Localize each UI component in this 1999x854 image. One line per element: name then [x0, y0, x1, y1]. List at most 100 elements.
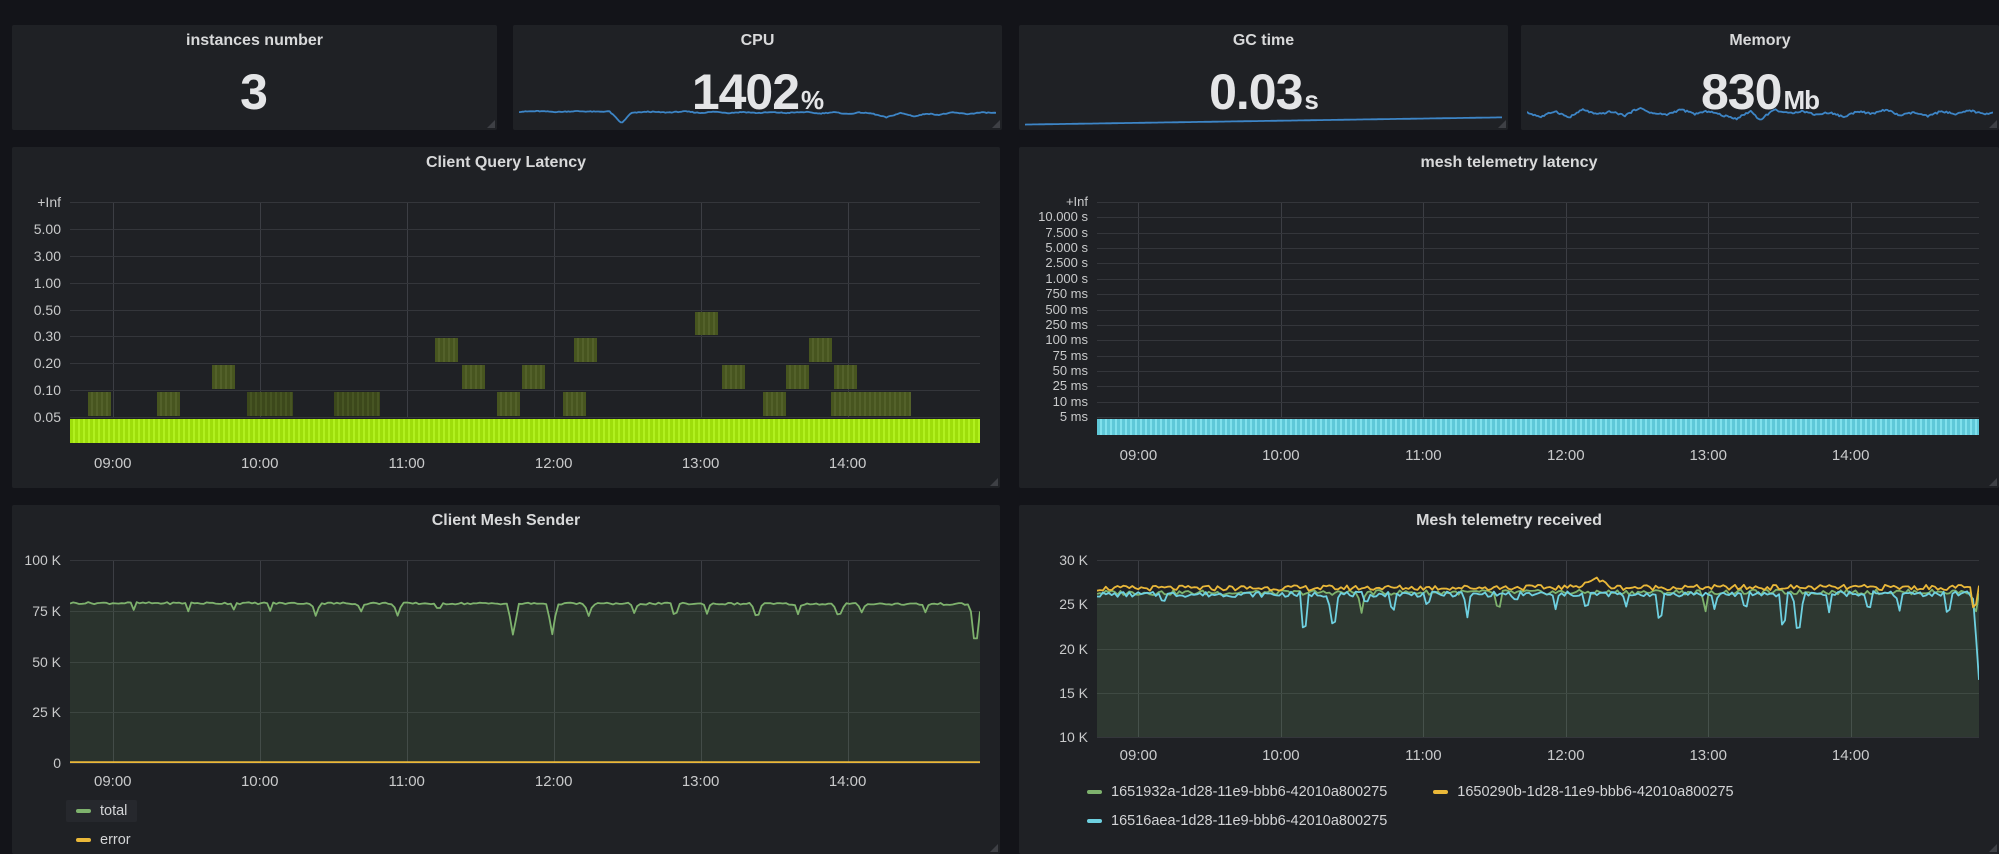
y-axis-label: 0.10	[34, 382, 61, 398]
legend-row: 16516aea-1d28-11e9-bbb6-42010a800275	[1077, 806, 1744, 835]
grid-line-horizontal	[1097, 340, 1979, 341]
legend-label: total	[100, 803, 127, 819]
y-axis-label: 7.500 s	[1045, 225, 1088, 240]
series-area	[70, 602, 980, 763]
y-axis-label: 0.50	[34, 302, 61, 318]
stat-panel-gc-time: GC time 0.03s	[1019, 25, 1508, 130]
legend-row: error	[66, 825, 141, 854]
legend-label: 1651932a-1d28-11e9-bbb6-42010a800275	[1111, 784, 1387, 800]
y-axis-label: 75 ms	[1053, 348, 1088, 363]
grid-line-horizontal	[1097, 233, 1979, 234]
y-axis-label: 20 K	[1059, 641, 1088, 657]
y-axis-label: 75 K	[32, 603, 61, 619]
y-axis-label: 15 K	[1059, 685, 1088, 701]
grid-line-horizontal	[1097, 737, 1979, 738]
x-axis-label: 11:00	[1393, 447, 1453, 464]
y-axis-label: 25 K	[32, 704, 61, 720]
grid-line-horizontal	[70, 310, 980, 311]
heatmap-cell	[462, 365, 485, 389]
legend-item[interactable]: 1651932a-1d28-11e9-bbb6-42010a800275	[1077, 781, 1397, 803]
y-axis-label: 0.30	[34, 328, 61, 344]
grid-line-horizontal	[1097, 248, 1979, 249]
y-axis-label: 250 ms	[1045, 317, 1088, 332]
legend-item[interactable]: total	[66, 800, 137, 822]
y-axis-label: +Inf	[1066, 194, 1088, 209]
legend-item[interactable]: 1650290b-1d28-11e9-bbb6-42010a800275	[1423, 781, 1743, 803]
stat-panel-cpu: CPU 1402%	[513, 25, 1002, 130]
heatmap-cell	[695, 312, 718, 336]
y-axis-label: 5.00	[34, 221, 61, 237]
resize-handle-icon[interactable]	[990, 478, 998, 486]
x-axis-label: 13:00	[671, 773, 731, 790]
y-axis-label: 0.05	[34, 409, 61, 425]
grid-line-horizontal	[1097, 417, 1979, 418]
panel-mesh-telemetry-latency: mesh telemetry latency 09:0010:0011:0012…	[1019, 147, 1999, 488]
x-axis-label: 10:00	[230, 773, 290, 790]
heatmap-cell	[334, 392, 380, 416]
stat-unit: s	[1304, 85, 1317, 115]
legend-series-color-icon	[76, 809, 91, 813]
x-axis-label: 14:00	[1821, 747, 1881, 764]
heatmap-cell	[88, 392, 111, 416]
heatmap-cell	[497, 392, 520, 416]
y-axis-label: 1.00	[34, 275, 61, 291]
y-axis-label: 0.20	[34, 355, 61, 371]
heatmap-cell	[809, 338, 832, 362]
heatmap-cell	[522, 365, 545, 389]
x-axis-label: 10:00	[1251, 747, 1311, 764]
legend-label: 16516aea-1d28-11e9-bbb6-42010a800275	[1111, 813, 1387, 829]
legend: 1651932a-1d28-11e9-bbb6-42010a800275 1650…	[1077, 777, 1744, 835]
grid-line-horizontal	[1097, 356, 1979, 357]
heatmap-cell	[247, 392, 293, 416]
x-axis-label: 14:00	[818, 773, 878, 790]
y-axis-label: 5 ms	[1060, 409, 1088, 424]
panel-title[interactable]: mesh telemetry latency	[1019, 154, 1999, 172]
panel-title[interactable]: Memory	[1521, 32, 1999, 50]
heatmap-cell	[435, 338, 458, 362]
grid-line-horizontal	[70, 202, 980, 203]
panel-mesh-telemetry-received: Mesh telemetry received 09:0010:0011:001…	[1019, 505, 1999, 854]
heatmap-cell	[157, 392, 180, 416]
stat-number: 3	[240, 64, 267, 120]
legend-label: error	[100, 832, 131, 848]
heatmap-cell	[831, 392, 912, 416]
series-area	[1097, 590, 1979, 738]
grid-line-horizontal	[1097, 279, 1979, 280]
grid-line-horizontal	[1097, 325, 1979, 326]
stat-number: 830	[1701, 64, 1781, 120]
legend-item[interactable]: 16516aea-1d28-11e9-bbb6-42010a800275	[1077, 810, 1397, 832]
stat-value: 830Mb	[1521, 61, 1999, 123]
resize-handle-icon[interactable]	[990, 844, 998, 852]
y-axis-label: 100 ms	[1045, 332, 1088, 347]
y-axis-label: 50 K	[32, 654, 61, 670]
panel-client-mesh-sender: Client Mesh Sender 09:0010:0011:0012:001…	[12, 505, 1000, 854]
x-axis-label: 09:00	[1108, 447, 1168, 464]
panel-title[interactable]: Client Mesh Sender	[12, 512, 1000, 530]
legend-series-color-icon	[1433, 790, 1448, 794]
legend-item[interactable]: error	[66, 829, 141, 851]
x-axis-label: 12:00	[1536, 447, 1596, 464]
grid-line-horizontal	[70, 390, 980, 391]
resize-handle-icon[interactable]	[1989, 844, 1997, 852]
heatmap-cell	[574, 338, 597, 362]
panel-title[interactable]: GC time	[1019, 32, 1508, 50]
x-axis-label: 12:00	[524, 455, 584, 472]
panel-title[interactable]: Client Query Latency	[12, 154, 1000, 172]
y-axis-label: +Inf	[37, 194, 61, 210]
y-axis-label: 500 ms	[1045, 302, 1088, 317]
x-axis-label: 12:00	[524, 773, 584, 790]
panel-title[interactable]: instances number	[12, 32, 497, 50]
x-axis-label: 13:00	[1678, 447, 1738, 464]
x-axis-label: 13:00	[1678, 747, 1738, 764]
grid-line-horizontal	[70, 763, 980, 764]
y-axis-label: 50 ms	[1053, 363, 1088, 378]
stat-unit: %	[801, 85, 823, 115]
y-axis-label: 100 K	[24, 552, 61, 568]
panel-title[interactable]: Mesh telemetry received	[1019, 512, 1999, 530]
x-axis-label: 09:00	[83, 455, 143, 472]
resize-handle-icon[interactable]	[1989, 478, 1997, 486]
panel-title[interactable]: CPU	[513, 32, 1002, 50]
y-axis-label: 25 K	[1059, 596, 1088, 612]
stat-unit: Mb	[1783, 85, 1819, 115]
legend-label: 1650290b-1d28-11e9-bbb6-42010a800275	[1457, 784, 1733, 800]
